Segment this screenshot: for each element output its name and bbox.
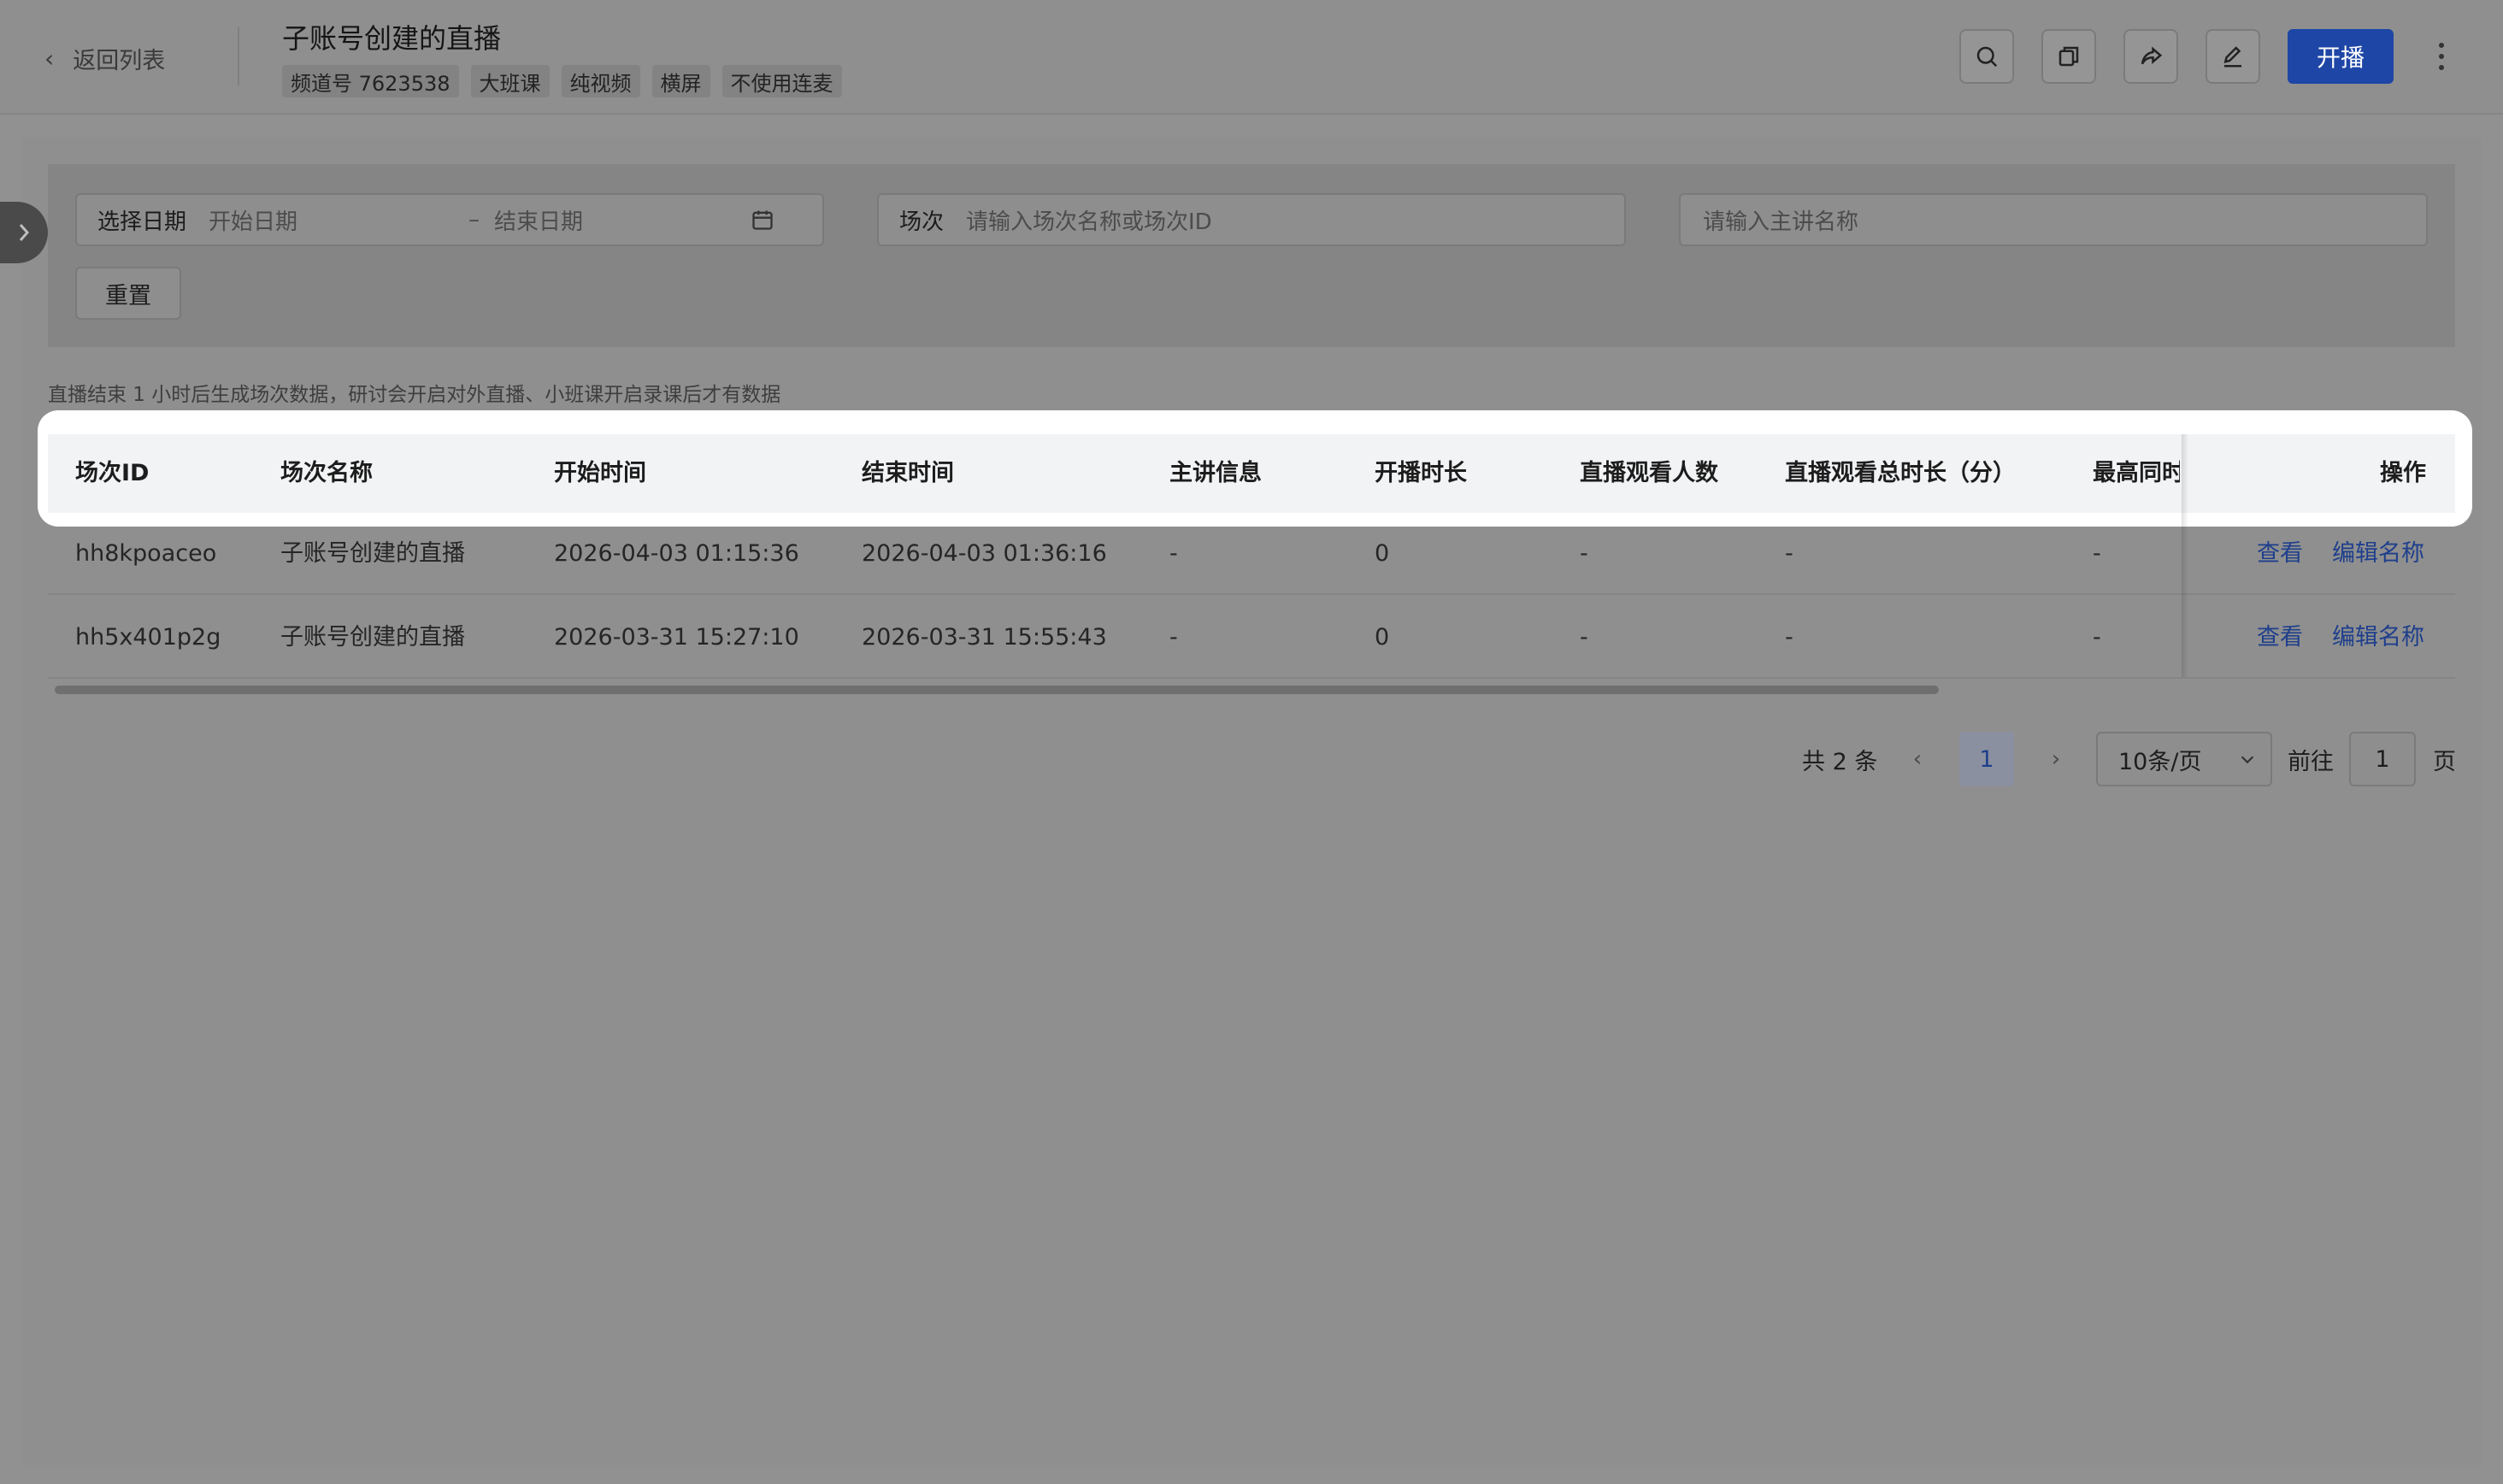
col-peak-concurrent[interactable]: 最高同时 bbox=[2093, 434, 2180, 513]
edit-name-link[interactable]: 编辑名称 bbox=[2332, 513, 2424, 595]
col-end-time[interactable]: 结束时间 bbox=[862, 434, 954, 513]
cell-viewers: - bbox=[1580, 540, 1588, 567]
cell-end-time: 2026-04-03 01:36:16 bbox=[862, 540, 1107, 567]
table-row: hh8kpoaceo 子账号创建的直播 2026-04-03 01:15:36 … bbox=[48, 513, 2455, 595]
channel-tags: 频道号 7623538 大班课 纯视频 横屏 不使用连麦 bbox=[282, 65, 842, 97]
more-vertical-icon bbox=[2439, 43, 2444, 70]
share-icon bbox=[2141, 46, 2163, 65]
chevron-right-icon: › bbox=[2051, 746, 2061, 772]
back-label: 返回列表 bbox=[73, 47, 166, 74]
page-suffix: 页 bbox=[2433, 748, 2456, 775]
cell-speaker: - bbox=[1169, 540, 1178, 567]
edit-button[interactable] bbox=[2206, 29, 2260, 84]
end-date-input[interactable]: 结束日期 bbox=[494, 204, 751, 236]
start-date-input[interactable]: 开始日期 bbox=[209, 204, 468, 236]
cell-session-id: hh8kpoaceo bbox=[75, 540, 217, 567]
table-header: 场次ID 场次名称 开始时间 结束时间 主讲信息 开播时长 直播观看人数 直播观… bbox=[48, 434, 2455, 513]
cell-duration: 0 bbox=[1375, 540, 1390, 567]
back-to-list-link[interactable]: ‹ 返回列表 bbox=[44, 41, 165, 75]
chevron-left-icon: ‹ bbox=[44, 44, 55, 73]
goto-page-input[interactable]: 1 bbox=[2349, 732, 2416, 786]
col-live-duration[interactable]: 开播时长 bbox=[1375, 434, 1467, 513]
goto-label: 前往 bbox=[2288, 748, 2334, 775]
speaker-search-field[interactable]: 请输入主讲名称 bbox=[1679, 193, 2428, 246]
cell-viewers: - bbox=[1580, 624, 1588, 651]
channel-id-tag: 频道号 7623538 bbox=[282, 65, 459, 97]
range-separator: – bbox=[468, 207, 480, 233]
session-search-input[interactable]: 请输入场次名称或场次ID bbox=[966, 204, 1212, 236]
reset-button[interactable]: 重置 bbox=[75, 267, 181, 320]
table-row: hh5x401p2g 子账号创建的直播 2026-03-31 15:27:10 … bbox=[48, 597, 2455, 679]
header-divider bbox=[238, 27, 239, 85]
search-icon bbox=[1976, 46, 1998, 68]
search-button[interactable] bbox=[1959, 29, 2014, 84]
col-session-name[interactable]: 场次名称 bbox=[280, 434, 373, 513]
view-link[interactable]: 查看 bbox=[2257, 597, 2303, 679]
session-label: 场次 bbox=[899, 209, 945, 235]
chevron-left-icon: ‹ bbox=[1912, 746, 1923, 772]
col-session-id[interactable]: 场次ID bbox=[75, 434, 149, 513]
mic-link-tag: 不使用连麦 bbox=[721, 65, 842, 97]
start-live-button[interactable]: 开播 bbox=[2288, 29, 2394, 84]
page-size-value: 10条/页 bbox=[2118, 748, 2202, 775]
cell-end-time: 2026-03-31 15:55:43 bbox=[862, 624, 1107, 651]
edit-icon bbox=[2223, 46, 2241, 68]
scrollbar-thumb[interactable] bbox=[55, 686, 1939, 694]
chevron-right-icon bbox=[19, 224, 30, 241]
class-type-tag: 大班课 bbox=[470, 65, 550, 97]
view-link[interactable]: 查看 bbox=[2257, 513, 2303, 595]
data-notice: 直播结束 1 小时后生成场次数据，研讨会开启对外直播、小班课开启录课后才有数据 bbox=[48, 384, 781, 406]
date-range-picker[interactable]: 选择日期 开始日期 – 结束日期 bbox=[75, 193, 824, 246]
more-menu-button[interactable] bbox=[2426, 34, 2457, 79]
prev-page-button[interactable]: ‹ bbox=[1905, 732, 1930, 786]
cell-start-time: 2026-03-31 15:27:10 bbox=[554, 624, 799, 651]
chevron-down-icon bbox=[2241, 756, 2254, 764]
page-title: 子账号创建的直播 bbox=[282, 22, 502, 55]
col-actions: 操作 bbox=[2380, 460, 2426, 486]
page-number-current[interactable]: 1 bbox=[1959, 732, 2014, 786]
col-speaker-info[interactable]: 主讲信息 bbox=[1169, 434, 1262, 513]
calendar-icon bbox=[752, 210, 773, 230]
total-count: 共 2 条 bbox=[1802, 748, 1878, 775]
cell-start-time: 2026-04-03 01:15:36 bbox=[554, 540, 799, 567]
col-live-viewers[interactable]: 直播观看人数 bbox=[1580, 434, 1718, 513]
copy-button[interactable] bbox=[2041, 29, 2096, 84]
cell-session-id: hh5x401p2g bbox=[75, 624, 221, 651]
cell-watch-minutes: - bbox=[1785, 624, 1793, 651]
cell-duration: 0 bbox=[1375, 624, 1390, 651]
edit-name-link[interactable]: 编辑名称 bbox=[2332, 597, 2424, 679]
fixed-column-shadow bbox=[2182, 434, 2188, 677]
session-search-field[interactable]: 场次 请输入场次名称或场次ID bbox=[877, 193, 1626, 246]
speaker-search-input[interactable]: 请输入主讲名称 bbox=[1703, 204, 1858, 236]
date-label: 选择日期 bbox=[97, 209, 187, 235]
share-button[interactable] bbox=[2123, 29, 2178, 84]
cell-watch-minutes: - bbox=[1785, 540, 1793, 567]
cell-peak: - bbox=[2093, 540, 2101, 567]
media-type-tag: 纯视频 bbox=[561, 65, 640, 97]
col-start-time[interactable]: 开始时间 bbox=[554, 434, 646, 513]
copy-icon bbox=[2058, 46, 2079, 67]
cell-session-name: 子账号创建的直播 bbox=[280, 540, 465, 567]
col-total-watch-minutes[interactable]: 直播观看总时长（分） bbox=[1785, 434, 2016, 513]
horizontal-scrollbar[interactable] bbox=[48, 684, 2455, 696]
top-bar: ‹ 返回列表 子账号创建的直播 频道号 7623538 大班课 纯视频 横屏 不… bbox=[0, 0, 2503, 115]
cell-speaker: - bbox=[1169, 624, 1178, 651]
orientation-tag: 横屏 bbox=[651, 65, 710, 97]
cell-peak: - bbox=[2093, 624, 2101, 651]
cell-session-name: 子账号创建的直播 bbox=[280, 624, 465, 651]
page-size-select[interactable]: 10条/页 bbox=[2096, 732, 2272, 786]
filter-panel bbox=[48, 164, 2455, 347]
next-page-button[interactable]: › bbox=[2043, 732, 2069, 786]
